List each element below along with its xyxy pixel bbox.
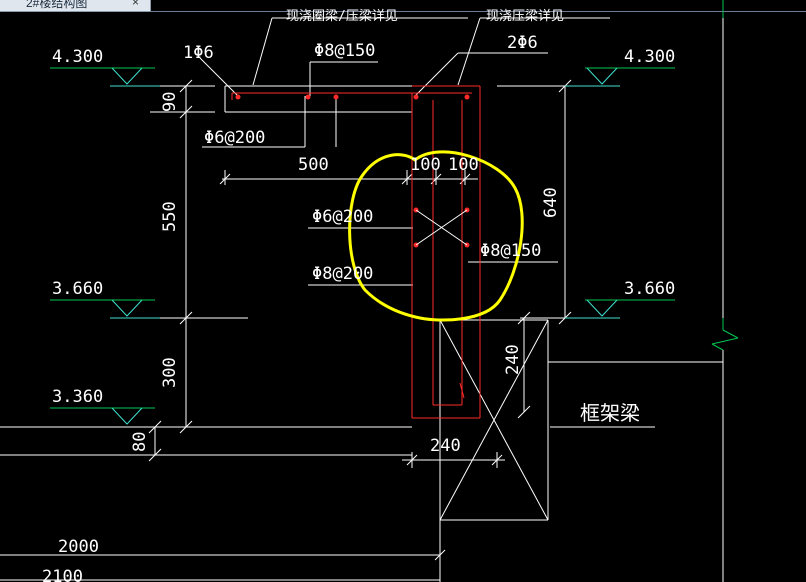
dim-300: 300: [160, 357, 180, 388]
rebar-label-phi6-200-mid: Φ6@200: [312, 207, 373, 227]
dim-80: 80: [130, 432, 150, 452]
dim-90: 90: [160, 92, 180, 112]
dim-2100: 2100: [42, 567, 83, 582]
level-label-bottom-left: 3.360: [52, 387, 103, 407]
level-label-mid-right: 3.660: [624, 279, 675, 299]
cad-drawing-canvas[interactable]: 现浇圈梁/压梁详见 现浇压梁详见 4.300 4.300 3.660 3.660…: [0, 0, 806, 582]
note-top-right: 现浇压梁详见: [486, 9, 564, 24]
dim-2000: 2000: [58, 537, 99, 557]
frame-beam-label: 框架梁: [580, 401, 640, 425]
rebar-label-phi8-150-top: Φ8@150: [314, 41, 375, 61]
rebar-outline: [231, 85, 481, 419]
rebar-label-phi8-150-right: Φ8@150: [480, 241, 541, 261]
rebar-label-1phi6: 1Φ6: [183, 43, 214, 63]
level-label-top-right: 4.300: [624, 47, 675, 67]
dim-240-vertical: 240: [503, 344, 523, 375]
dim-500: 500: [298, 155, 329, 175]
rebar-label-phi6-200-top: Φ6@200: [204, 128, 265, 148]
rebar-label-2phi6: 2Φ6: [507, 33, 538, 53]
column-cross: [415, 209, 468, 246]
dim-100-left: 100: [410, 155, 441, 175]
level-label-top-left: 4.300: [52, 47, 103, 67]
dim-100-right: 100: [448, 155, 479, 175]
dim-640: 640: [541, 187, 561, 218]
rebar-label-phi8-200: Φ8@200: [312, 264, 373, 284]
note-top-left: 现浇圈梁/压梁详见: [286, 9, 398, 24]
dim-240-horizontal: 240: [430, 436, 461, 456]
level-label-mid-left: 3.660: [52, 279, 103, 299]
dim-550: 550: [160, 201, 180, 232]
